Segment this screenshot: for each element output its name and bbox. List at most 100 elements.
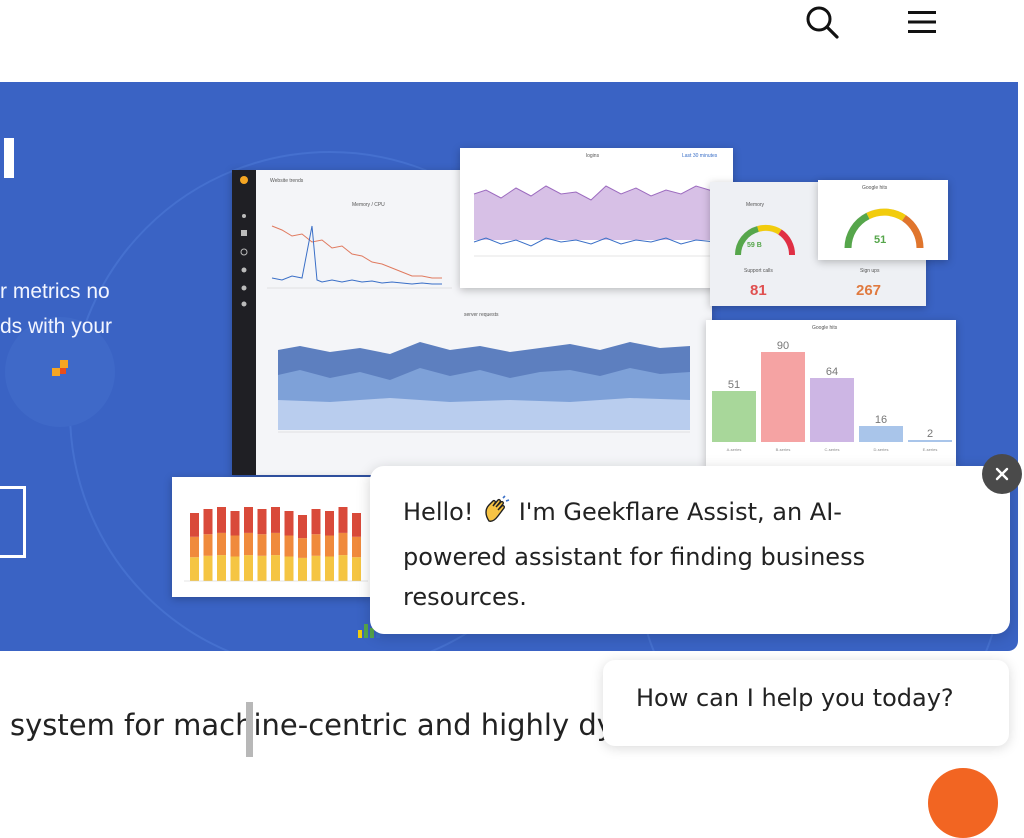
stacked-bar-segment: [311, 534, 321, 556]
stacked-bar-segment: [257, 509, 267, 535]
waving-hand-icon: [481, 495, 511, 537]
hamburger-menu-icon: [908, 11, 936, 33]
stacked-bar-segment: [203, 534, 213, 556]
stacked-bar-segment: [244, 555, 253, 581]
sign-ups-value: 267: [856, 282, 882, 299]
article-body-text: system for machine-centric and highly dy: [10, 708, 614, 742]
body-text-overflow-fragment: [1012, 712, 1024, 742]
close-chat-button[interactable]: [982, 454, 1022, 494]
stacked-bar-segment: [271, 532, 280, 556]
stacked-bar-segment: [298, 557, 307, 581]
stacked-bar-segment: [244, 507, 253, 533]
bar-category-label: C-series: [825, 447, 840, 452]
close-icon: [995, 467, 1009, 481]
stacked-bar-segment: [217, 555, 226, 581]
bar-category-label: B-series: [776, 447, 791, 452]
stacked-bar-segment: [311, 509, 321, 535]
server-requests-title: server requests: [464, 312, 499, 318]
stacked-bar-segment: [325, 535, 334, 557]
logins-panel-title: logins: [586, 153, 600, 159]
stacked-bar-segment: [338, 507, 348, 533]
bar-category-label: D-series: [874, 447, 889, 452]
logins-area-chart: [473, 185, 717, 257]
stacked-bar-segment: [271, 555, 280, 581]
stacked-bar-segment: [244, 532, 253, 556]
stacked-bar-segment: [338, 555, 348, 581]
text-cursor-highlight: [246, 702, 253, 757]
stacked-bar-segment: [352, 557, 361, 581]
dashboard-title: Website trends: [270, 178, 304, 184]
stacked-bar-segment: [217, 532, 226, 556]
grafana-mini-logo-icon: [52, 360, 68, 376]
stacked-bar-segment: [271, 507, 280, 533]
bar-value-label: 2: [927, 428, 933, 440]
stacked-bar-segment: [298, 515, 307, 539]
bar-category-label: E-series: [923, 447, 938, 452]
stacked-bar-segment: [298, 538, 307, 558]
assistant-prompt-bubble[interactable]: How can I help you today?: [603, 660, 1009, 746]
top-bar: [0, 0, 1024, 82]
google-hits-gauge-title: Google hits: [862, 185, 888, 191]
stacked-bar-segment: [190, 513, 199, 537]
stacked-bar-segment: [257, 534, 267, 556]
bar-E-series: [908, 440, 952, 442]
stacked-bar-segment: [325, 511, 334, 536]
bar-value-label: 16: [875, 414, 887, 426]
google-hits-gauge-value: 51: [874, 234, 887, 246]
hero-text-line-2: ds with your: [0, 315, 113, 338]
google-hits-bar-chart: 51 A-series 90 B-series 64 C-series 16 D-series…: [712, 340, 952, 452]
stacked-bar-panel: [172, 477, 372, 597]
memory-gauge-title: Memory: [746, 202, 765, 208]
stacked-bar-segment: [325, 556, 334, 581]
assistant-greeting-text: Hello! I'm Geekflare Assist, an AI-power…: [403, 492, 923, 617]
stacked-bar-segment: [230, 535, 240, 557]
greeting-intro: Hello!: [403, 498, 482, 526]
stacked-bar-segment: [352, 536, 361, 558]
sidebar-nav-icons: [240, 176, 248, 307]
chat-launcher-button[interactable]: [928, 768, 998, 838]
stacked-bar-segment: [190, 557, 199, 581]
sign-ups-title: Sign ups: [860, 268, 880, 274]
google-hits-bar-panel: Google hits 51 A-series 90 B-series 64 C-seri…: [706, 320, 956, 468]
stacked-bar-segment: [284, 556, 294, 581]
server-requests-area-chart: [278, 342, 690, 433]
logins-time-range[interactable]: Last 30 minutes: [682, 153, 717, 159]
assistant-prompt-text: How can I help you today?: [636, 684, 954, 712]
hero-text-line-1: r metrics no: [0, 280, 110, 303]
stacked-bar-segment: [257, 555, 267, 581]
bar-value-label: 90: [777, 340, 789, 352]
bar-D-series: [859, 426, 903, 442]
hero-cta-button[interactable]: [0, 486, 26, 558]
memory-cpu-line-chart: [267, 225, 452, 289]
stacked-bar-chart: [184, 507, 368, 582]
stacked-bar-segment: [190, 536, 199, 558]
stacked-bar-segment: [352, 513, 361, 537]
google-hits-gauge-panel: Google hits 51: [818, 180, 948, 260]
bar-value-label: 51: [728, 379, 740, 391]
bar-A-series: [712, 391, 756, 442]
stacked-bar-segment: [203, 509, 213, 535]
stacked-bar-segment: [203, 555, 213, 581]
search-button[interactable]: [802, 2, 842, 42]
hero-heading-fragment: [4, 138, 14, 178]
bar-category-label: A-series: [727, 447, 742, 452]
stacked-bar-segment: [284, 511, 294, 536]
assistant-greeting-bubble: Hello! I'm Geekflare Assist, an AI-power…: [370, 466, 1010, 634]
stacked-bar-segment: [230, 556, 240, 581]
stacked-bar-segment: [311, 555, 321, 581]
bar-B-series: [761, 352, 805, 442]
stacked-bar-segment: [230, 511, 240, 536]
logins-panel: logins Last 30 minutes: [460, 148, 733, 288]
search-icon: [806, 6, 839, 39]
stacked-bar-segment: [284, 535, 294, 557]
support-calls-value: 81: [750, 282, 767, 299]
bar-value-label: 64: [826, 366, 838, 378]
memory-gauge: [735, 224, 795, 256]
memory-gauge-value: 59 B: [747, 242, 762, 249]
google-hits-gauge: [844, 208, 924, 249]
menu-button[interactable]: [902, 2, 942, 42]
bar-C-series: [810, 378, 854, 442]
dashboard-sidebar: [232, 170, 256, 475]
stacked-bar-segment: [338, 532, 348, 556]
support-calls-title: Support calls: [744, 268, 773, 274]
